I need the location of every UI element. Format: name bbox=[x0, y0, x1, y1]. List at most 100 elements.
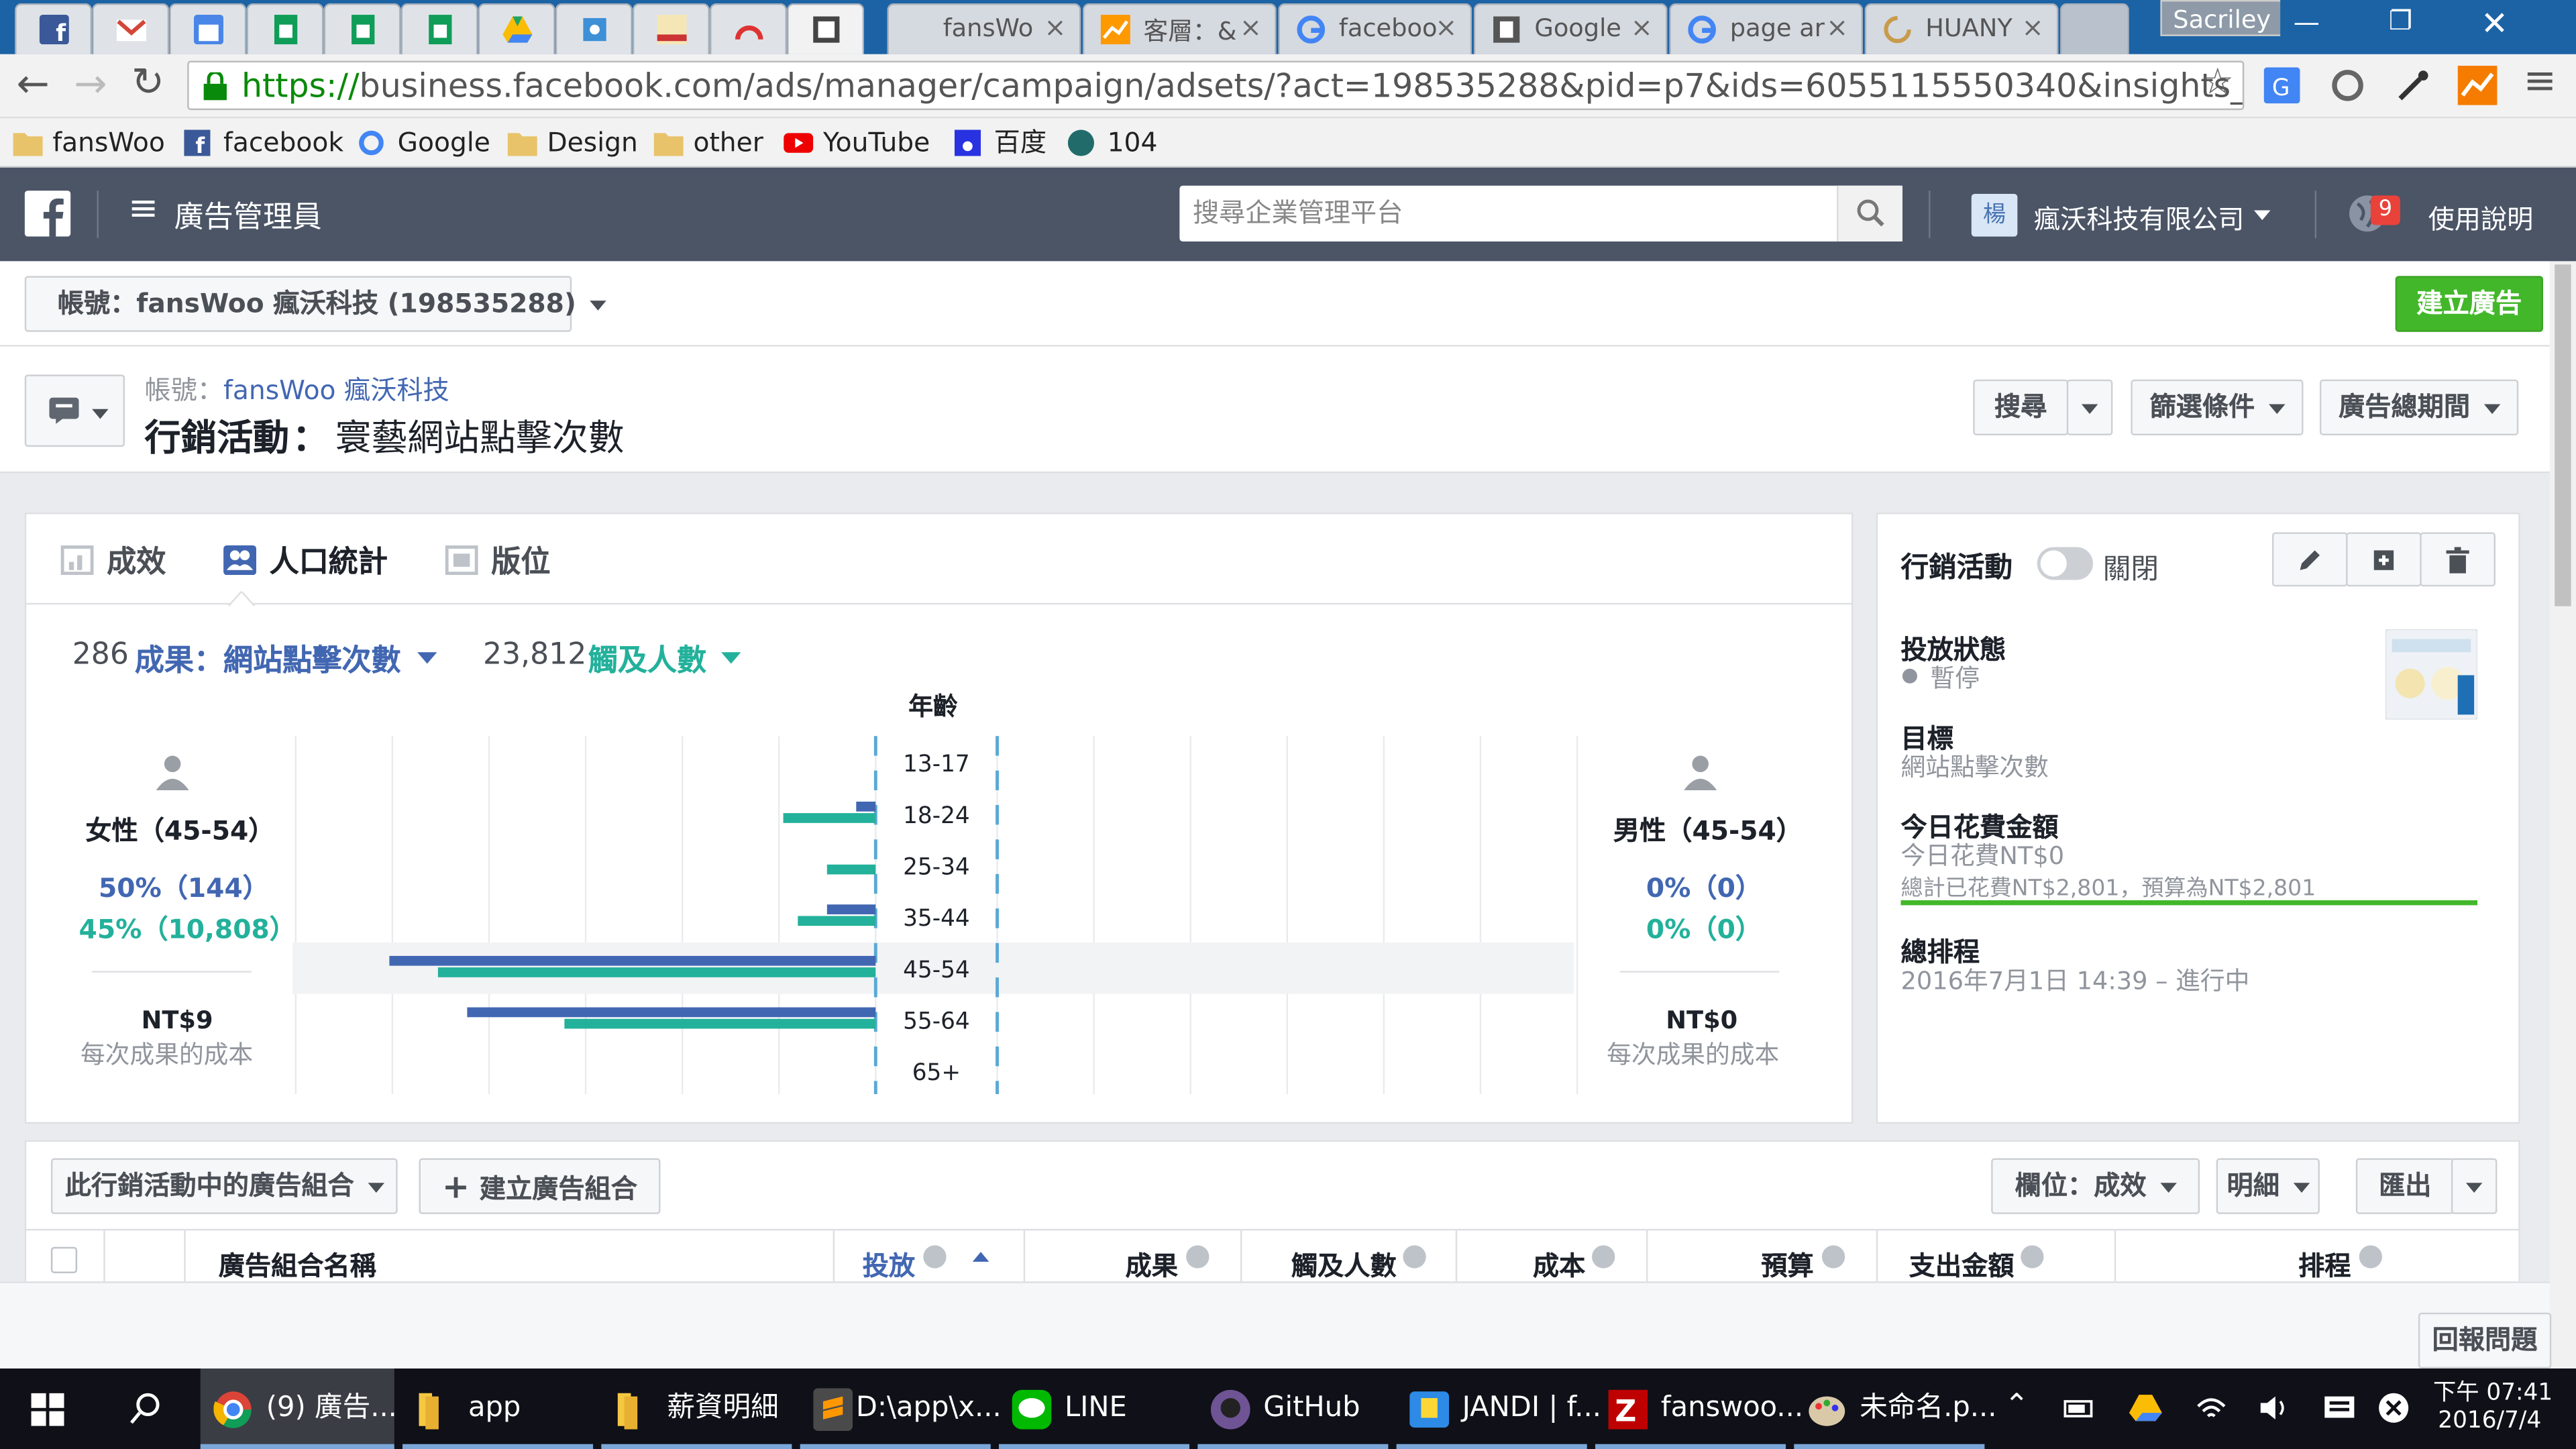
search-button[interactable]: 搜尋 bbox=[1973, 379, 2069, 435]
wifi-icon[interactable] bbox=[2195, 1393, 2228, 1423]
info-icon[interactable] bbox=[1592, 1245, 1615, 1269]
close-tab-icon[interactable]: × bbox=[1435, 11, 1457, 43]
close-tab-icon[interactable]: × bbox=[1631, 11, 1653, 43]
tab-5[interactable]: HUANY × bbox=[1864, 3, 2059, 54]
reload-icon[interactable]: ↻ bbox=[131, 59, 164, 105]
info-icon[interactable] bbox=[923, 1245, 947, 1269]
bookmark-google[interactable]: Google bbox=[358, 125, 490, 161]
results-metric-dropdown[interactable]: 成果：網站點擊次數 bbox=[135, 637, 401, 680]
bookmark-fanswoo[interactable]: fansWoo bbox=[13, 125, 165, 161]
windows-start-icon[interactable] bbox=[31, 1393, 64, 1426]
pinned-tab-app[interactable] bbox=[555, 3, 633, 54]
business-search-input[interactable]: 搜尋企業管理平台 bbox=[1179, 185, 1902, 242]
taskbar-sublime[interactable]: D:\app\x... bbox=[800, 1368, 1002, 1449]
taskbar-jandi[interactable]: JANDI | f... bbox=[1396, 1368, 1601, 1449]
close-tab-icon[interactable]: × bbox=[1044, 11, 1067, 43]
pinned-tab-gmail[interactable] bbox=[92, 3, 170, 54]
app-title[interactable]: 廣告管理員 bbox=[174, 194, 322, 237]
select-all-checkbox[interactable] bbox=[50, 1246, 78, 1273]
volume-icon[interactable] bbox=[2257, 1393, 2290, 1423]
info-icon[interactable] bbox=[2359, 1245, 2383, 1269]
tray-expand-icon[interactable]: ⌃ bbox=[2004, 1388, 2029, 1422]
tab-1[interactable]: 客層：& × bbox=[1082, 3, 1277, 54]
battery-icon[interactable] bbox=[2063, 1395, 2096, 1421]
page-scrollbar[interactable] bbox=[2549, 261, 2576, 1369]
bookmark-baidu[interactable]: 百度 bbox=[954, 125, 1046, 161]
eyedropper-icon[interactable] bbox=[2396, 67, 2432, 103]
pinned-tab-calendar[interactable] bbox=[169, 3, 247, 54]
close-tab-icon[interactable]: × bbox=[1240, 11, 1262, 43]
col-spend[interactable]: 支出金額 bbox=[1909, 1244, 2015, 1283]
search-button[interactable] bbox=[1836, 185, 1902, 242]
report-problem-button[interactable]: 回報問題 bbox=[2418, 1312, 2552, 1369]
close-window-icon[interactable]: ✕ bbox=[2481, 3, 2508, 43]
pinned-tab-sheets-3[interactable] bbox=[400, 3, 478, 54]
close-tab-icon[interactable]: × bbox=[2022, 11, 2044, 43]
taskbar-line[interactable]: LINE bbox=[998, 1368, 1190, 1449]
reach-metric-dropdown[interactable]: 觸及人數 bbox=[588, 637, 706, 680]
bookmark-facebook[interactable]: f facebook bbox=[184, 125, 343, 161]
notification-badge[interactable]: 9 bbox=[2370, 195, 2400, 225]
tab-placement[interactable]: 版位 bbox=[445, 539, 550, 582]
search-icon[interactable] bbox=[129, 1391, 162, 1424]
notification-center-icon[interactable] bbox=[2377, 1391, 2410, 1424]
translate-icon[interactable]: G bbox=[2263, 67, 2300, 104]
tab-0[interactable]: fansWo × bbox=[887, 3, 1081, 54]
tab-performance[interactable]: 成效 bbox=[60, 539, 166, 582]
pinned-tab-active[interactable] bbox=[787, 3, 865, 54]
tab-4[interactable]: page ar × bbox=[1669, 3, 1864, 54]
company-selector[interactable]: 瘋沃科技有限公司 bbox=[2034, 197, 2245, 237]
scroll-thumb[interactable] bbox=[2555, 264, 2571, 606]
taskbar-chrome[interactable]: (9) 廣告... bbox=[200, 1368, 397, 1449]
col-cost[interactable]: 成本 bbox=[1533, 1244, 1585, 1283]
menu-icon[interactable]: ≡ bbox=[2524, 58, 2557, 104]
chevron-down-icon[interactable] bbox=[417, 652, 437, 664]
col-results[interactable]: 成果 bbox=[1126, 1244, 1178, 1283]
company-avatar[interactable]: 楊 bbox=[1971, 193, 2018, 237]
bookmark-design[interactable]: Design bbox=[507, 125, 638, 161]
tab-3[interactable]: Google × bbox=[1473, 3, 1668, 54]
facebook-logo-icon[interactable] bbox=[24, 191, 71, 237]
period-button[interactable]: 廣告總期間 bbox=[2319, 379, 2519, 435]
bookmark-other[interactable]: other bbox=[653, 125, 763, 161]
recycle-icon[interactable] bbox=[2330, 67, 2366, 103]
col-budget[interactable]: 預算 bbox=[1761, 1244, 1813, 1283]
info-icon[interactable] bbox=[2021, 1245, 2044, 1269]
info-icon[interactable] bbox=[1821, 1245, 1845, 1269]
taskbar-filezilla[interactable]: Zfanswoo... bbox=[1595, 1368, 1803, 1449]
close-tab-icon[interactable]: × bbox=[1826, 11, 1848, 43]
tab-2[interactable]: faceboo × bbox=[1278, 3, 1472, 54]
restore-icon[interactable]: ❐ bbox=[2389, 5, 2412, 36]
pinned-tab-facebook[interactable]: f bbox=[15, 3, 93, 54]
col-delivery[interactable]: 投放 bbox=[863, 1244, 915, 1283]
profile-badge[interactable]: Sacriley bbox=[2160, 0, 2284, 36]
keyboard-icon[interactable] bbox=[2323, 1393, 2356, 1423]
col-adset-name[interactable]: 廣告組合名稱 bbox=[219, 1244, 376, 1283]
pinned-tab-gauge[interactable] bbox=[709, 3, 788, 54]
search-dropdown-button[interactable] bbox=[2066, 379, 2113, 435]
address-bar[interactable]: https://business.facebook.com/ads/manage… bbox=[187, 60, 2245, 111]
col-reach[interactable]: 觸及人數 bbox=[1291, 1244, 1397, 1283]
help-link[interactable]: 使用說明 bbox=[2428, 197, 2534, 237]
breadcrumb-account-link[interactable]: fansWoo 瘋沃科技 bbox=[223, 368, 449, 408]
drive-sync-icon[interactable] bbox=[2129, 1393, 2162, 1423]
hamburger-icon[interactable]: ≡ bbox=[128, 189, 158, 230]
campaign-toggle[interactable] bbox=[2037, 547, 2094, 580]
taskbar-paint[interactable]: 未命名.p... bbox=[1794, 1368, 1997, 1449]
view-toggle-button[interactable] bbox=[24, 374, 125, 447]
export-button[interactable]: 匯出 bbox=[2355, 1158, 2455, 1214]
sort-ascending-icon[interactable] bbox=[972, 1252, 989, 1262]
col-schedule[interactable]: 排程 bbox=[2298, 1244, 2351, 1283]
taskbar-github[interactable]: GitHub bbox=[1197, 1368, 1389, 1449]
bookmark-youtube[interactable]: YouTube bbox=[784, 125, 930, 161]
breakdown-button[interactable]: 明細 bbox=[2216, 1158, 2320, 1214]
adsets-dropdown[interactable]: 此行銷活動中的廣告組合 bbox=[50, 1158, 398, 1214]
edit-button[interactable] bbox=[2271, 532, 2348, 587]
columns-button[interactable]: 欄位：成效 bbox=[1991, 1158, 2200, 1214]
info-icon[interactable] bbox=[1403, 1245, 1426, 1269]
delete-button[interactable] bbox=[2420, 532, 2496, 587]
export-dropdown-button[interactable] bbox=[2451, 1158, 2498, 1214]
new-tab-button[interactable] bbox=[2060, 3, 2129, 54]
create-ad-button[interactable]: 建立廣告 bbox=[2395, 276, 2544, 332]
filter-button[interactable]: 篩選條件 bbox=[2131, 379, 2304, 435]
